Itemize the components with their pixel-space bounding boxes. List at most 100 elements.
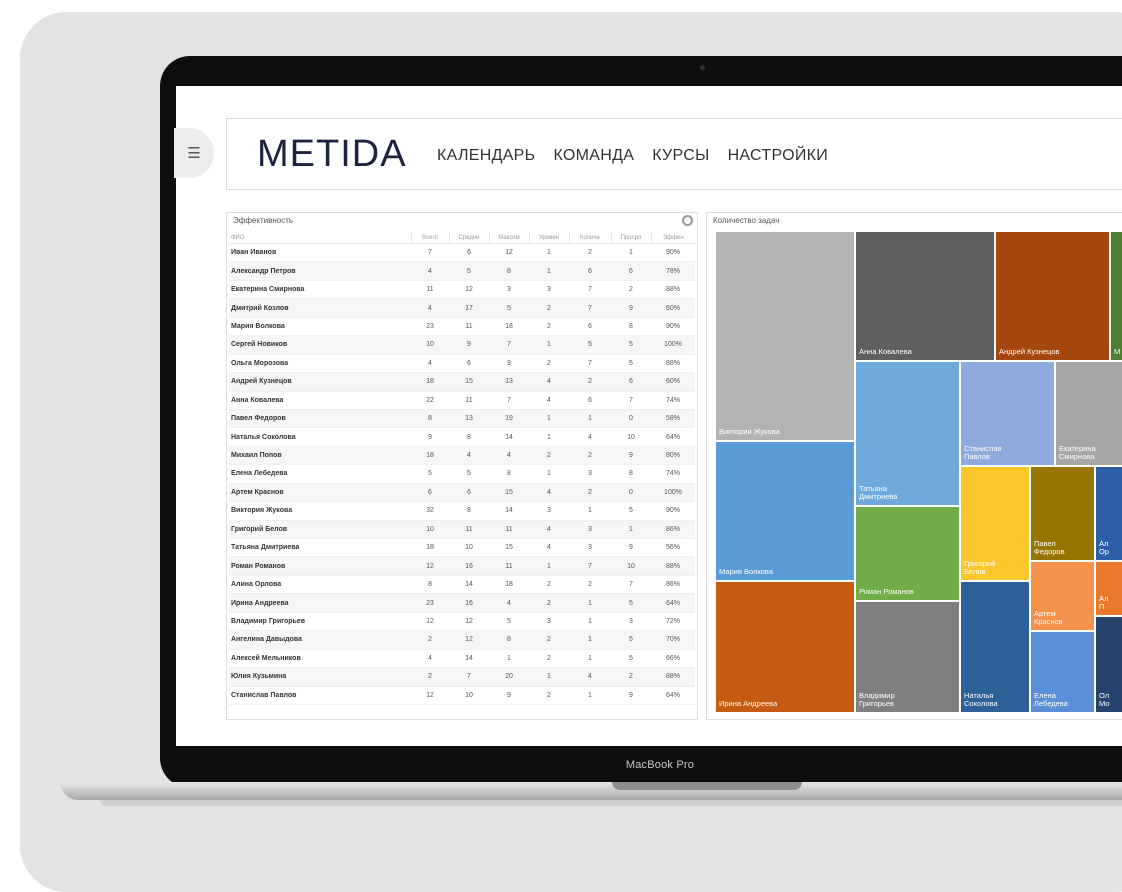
table-cell: 5 <box>489 298 529 318</box>
nav-courses[interactable]: КУРСЫ <box>652 147 709 165</box>
table-cell: 80% <box>651 446 695 466</box>
column-header[interactable]: Средни <box>448 232 489 244</box>
table-cell: 1 <box>529 427 569 447</box>
table-cell: 4 <box>569 667 611 687</box>
employee-name: Мария Волкова <box>229 317 411 337</box>
column-header[interactable]: Всего <box>410 232 449 244</box>
table-cell: 3 <box>611 612 651 632</box>
treemap-tile[interactable]: Станислав Павлов <box>960 361 1055 466</box>
table-row[interactable]: Артем Краснов 6 6 15 4 2 0 100% <box>229 483 695 503</box>
treemap-tile[interactable]: Анна Ковалева <box>855 231 995 361</box>
table-cell: 74% <box>651 391 695 410</box>
table-cell: 20 <box>489 667 529 687</box>
table-row[interactable]: Александр Петров 4 5 8 1 6 6 78% <box>229 261 695 281</box>
table-cell: 2 <box>611 280 651 300</box>
table-cell: 1 <box>611 520 651 540</box>
treemap-tile[interactable]: М <box>1110 231 1122 361</box>
table-row[interactable]: Елена Лебедева 5 5 8 1 3 8 74% <box>229 464 695 484</box>
table-cell: 11 <box>449 317 489 337</box>
table-row[interactable]: Ангелина Давыдова 2 12 8 2 1 5 70% <box>229 630 695 650</box>
table-cell: 4 <box>411 298 449 318</box>
treemap-tile[interactable]: Ол Мо <box>1095 616 1122 713</box>
table-row[interactable]: Иван Иванов 7 6 12 1 2 1 90% <box>229 243 695 263</box>
table-cell: 2 <box>529 446 569 466</box>
table-cell: 7 <box>611 575 651 595</box>
treemap-tile[interactable]: Ал П <box>1095 561 1122 616</box>
treemap-tile[interactable]: Ал Ор <box>1095 466 1122 561</box>
table-cell: 11 <box>489 520 529 540</box>
table-cell: 9 <box>611 538 651 558</box>
treemap-tile[interactable]: Павел Федоров <box>1030 466 1095 561</box>
table-cell: 5 <box>611 649 651 669</box>
table-row[interactable]: Виктория Жукова 32 8 14 3 1 5 90% <box>229 501 695 521</box>
table-cell: 7 <box>489 335 529 355</box>
table-row[interactable]: Ирина Андреева 23 16 4 2 1 5 64% <box>229 593 695 613</box>
table-row[interactable]: Андрей Кузнецов 18 15 13 4 2 6 60% <box>229 372 695 392</box>
treemap-tile[interactable]: Елена Лебедева <box>1030 631 1095 713</box>
employee-name: Юлия Кузьмина <box>229 667 411 687</box>
treemap-tile[interactable]: Наталья Соколова <box>960 581 1030 713</box>
table-row[interactable]: Владимир Григорьев 12 12 5 3 1 3 72% <box>229 612 695 632</box>
column-header[interactable]: ФИО <box>229 232 411 244</box>
table-cell: 3 <box>529 280 569 300</box>
treemap-tile[interactable]: Мария Волкова <box>715 441 855 581</box>
employee-name: Ирина Андреева <box>229 593 411 613</box>
table-row[interactable]: Алина Орлова 8 14 18 2 2 7 86% <box>229 575 695 595</box>
column-header[interactable]: Количе <box>568 232 611 244</box>
table-row[interactable]: Татьяна Дмитриева 18 10 15 4 3 9 56% <box>229 538 695 558</box>
table-cell: 86% <box>651 520 695 540</box>
column-header[interactable]: Просро <box>610 232 651 244</box>
column-header[interactable]: Уровен <box>528 232 569 244</box>
table-row[interactable]: Сергей Новиков 10 9 7 1 5 5 100% <box>229 335 695 355</box>
treemap-tile[interactable]: Роман Романов <box>855 506 960 601</box>
treemap-tile-label: Анна Ковалева <box>859 347 912 357</box>
treemap-tile[interactable]: Виктория Жукова <box>715 231 855 441</box>
treemap-tile[interactable]: Татьяна Дмитриева <box>855 361 960 506</box>
treemap-tile[interactable]: Владимир Григорьев <box>855 601 960 713</box>
column-header[interactable]: Максим <box>488 232 529 244</box>
table-cell: 88% <box>651 280 695 300</box>
table-cell: 11 <box>449 520 489 540</box>
table-cell: 72% <box>651 612 695 632</box>
treemap-tile[interactable]: Ирина Андреева <box>715 581 855 713</box>
gear-icon[interactable] <box>682 215 693 226</box>
table-row[interactable]: Роман Романов 12 16 11 1 7 10 88% <box>229 556 695 576</box>
laptop-screen: METIDA КАЛЕНДАРЬ КОМАНДА КУРСЫ НАСТРОЙКИ… <box>176 86 1122 746</box>
table-cell: 100% <box>651 483 695 503</box>
table-row[interactable]: Анна Ковалева 22 11 7 4 6 7 74% <box>229 391 695 410</box>
employee-name: Екатерина Смирнова <box>229 280 411 300</box>
table-cell: 8 <box>449 427 489 447</box>
table-cell: 2 <box>529 593 569 613</box>
table-cell: 10 <box>449 538 489 558</box>
table-row[interactable]: Ольга Морозова 4 6 9 2 7 5 88% <box>229 354 695 374</box>
table-row[interactable]: Григорий Белов 10 11 11 4 3 1 86% <box>229 520 695 540</box>
table-cell: 90% <box>651 243 695 263</box>
table-row[interactable]: Юлия Кузьмина 2 7 20 1 4 2 88% <box>229 667 695 687</box>
table-cell: 74% <box>651 464 695 484</box>
app-logo[interactable]: METIDA <box>257 133 407 176</box>
treemap-tile[interactable]: Андрей Кузнецов <box>995 231 1110 361</box>
treemap-tile[interactable]: Артем Краснов <box>1030 561 1095 631</box>
table-row[interactable]: Дмитрий Козлов 4 17 5 2 7 9 60% <box>229 298 695 318</box>
table-row[interactable]: Мария Волкова 23 11 18 2 6 8 90% <box>229 317 695 337</box>
table-row[interactable]: Станислав Павлов 12 10 9 2 1 9 64% <box>229 686 695 705</box>
table-cell: 1 <box>569 649 611 669</box>
table-row[interactable]: Екатерина Смирнова 11 12 3 3 7 2 88% <box>229 280 695 300</box>
table-cell: 66% <box>651 649 695 669</box>
table-cell: 1 <box>529 335 569 355</box>
table-row[interactable]: Михаил Попов 18 4 4 2 2 9 80% <box>229 446 695 466</box>
nav-team[interactable]: КОМАНДА <box>553 147 634 165</box>
laptop-base-shadow <box>100 800 1122 806</box>
column-header[interactable]: Эффен <box>650 232 695 244</box>
table-cell: 6 <box>449 354 489 374</box>
employee-name: Михаил Попов <box>229 446 411 466</box>
table-row[interactable]: Павел Федоров 8 13 19 1 1 0 58% <box>229 409 695 429</box>
treemap-tile[interactable]: Екатерина Смирнова <box>1055 361 1122 466</box>
table-cell: 1 <box>569 630 611 650</box>
nav-settings[interactable]: НАСТРОЙКИ <box>728 147 828 165</box>
nav-calendar[interactable]: КАЛЕНДАРЬ <box>437 147 535 165</box>
table-row[interactable]: Наталья Соколова 9 8 14 1 4 10 64% <box>229 427 695 447</box>
table-row[interactable]: Алексей Мельников 4 14 1 2 1 5 66% <box>229 649 695 669</box>
treemap-tile-label: Ирина Андреева <box>719 699 778 709</box>
treemap-tile[interactable]: Григорий Белов <box>960 466 1030 581</box>
